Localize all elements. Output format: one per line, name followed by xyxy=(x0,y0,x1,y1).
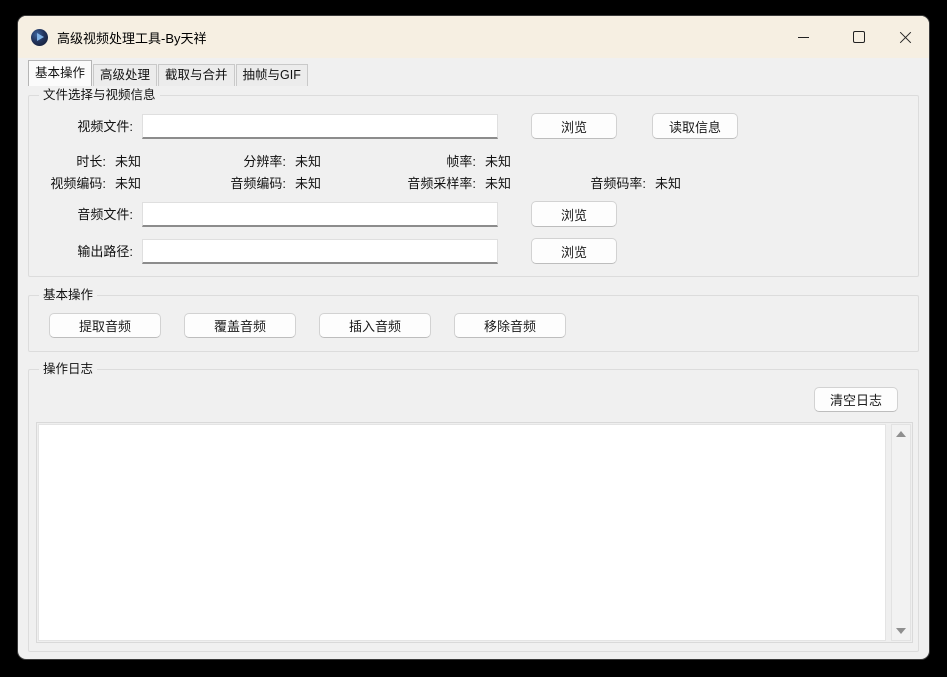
info-audio-bitrate-value: 未知 xyxy=(655,176,681,191)
maximize-button[interactable] xyxy=(836,20,882,54)
info-framerate: 帧率: 未知 xyxy=(359,154,511,169)
info-duration-value: 未知 xyxy=(115,154,141,169)
window-title: 高级视频处理工具-By天祥 xyxy=(57,28,207,47)
info-duration: 时长: 未知 xyxy=(29,154,141,169)
info-framerate-label: 帧率: xyxy=(446,154,476,169)
group-operation-log: 操作日志 清空日志 xyxy=(28,369,919,652)
audio-browse-button[interactable]: 浏览 xyxy=(531,201,617,227)
info-resolution: 分辨率: 未知 xyxy=(159,154,321,169)
log-container xyxy=(36,422,913,643)
info-sample-rate: 音频采样率: 未知 xyxy=(329,176,511,191)
play-icon xyxy=(37,33,44,41)
audio-file-input[interactable] xyxy=(142,202,498,227)
info-duration-label: 时长: xyxy=(76,154,106,169)
tab-basic-operations[interactable]: 基本操作 xyxy=(28,60,92,86)
output-browse-button[interactable]: 浏览 xyxy=(531,238,617,264)
maximize-icon xyxy=(853,31,865,43)
group-operation-log-title: 操作日志 xyxy=(39,362,97,377)
tab-frames-and-gif[interactable]: 抽帧与GIF xyxy=(236,64,308,86)
output-path-input[interactable] xyxy=(142,239,498,264)
info-audio-bitrate: 音频码率: 未知 xyxy=(529,176,681,191)
info-framerate-value: 未知 xyxy=(485,154,511,169)
info-video-codec-value: 未知 xyxy=(115,176,141,191)
app-window: 高级视频处理工具-By天祥 基本操作 高级处理 截取与合并 抽帧与GIF 文件选… xyxy=(18,16,929,659)
info-sample-rate-label: 音频采样率: xyxy=(407,176,476,191)
log-scrollbar[interactable] xyxy=(891,424,911,641)
info-audio-codec-value: 未知 xyxy=(295,176,321,191)
video-file-label: 视频文件: xyxy=(49,119,133,135)
scroll-up-icon[interactable] xyxy=(896,431,906,437)
info-audio-codec-label: 音频编码: xyxy=(230,176,286,191)
info-audio-codec: 音频编码: 未知 xyxy=(159,176,321,191)
minimize-icon xyxy=(798,37,809,38)
clear-log-button[interactable]: 清空日志 xyxy=(814,387,898,412)
group-file-selection-title: 文件选择与视频信息 xyxy=(39,88,160,103)
info-audio-bitrate-label: 音频码率: xyxy=(590,176,646,191)
output-path-label: 输出路径: xyxy=(49,244,133,260)
app-icon xyxy=(31,29,48,46)
info-resolution-label: 分辨率: xyxy=(243,154,286,169)
tab-advanced-processing[interactable]: 高级处理 xyxy=(93,64,157,86)
read-info-button[interactable]: 读取信息 xyxy=(652,113,738,139)
extract-audio-button[interactable]: 提取音频 xyxy=(49,313,161,338)
video-browse-button[interactable]: 浏览 xyxy=(531,113,617,139)
remove-audio-button[interactable]: 移除音频 xyxy=(454,313,566,338)
info-sample-rate-value: 未知 xyxy=(485,176,511,191)
video-file-input[interactable] xyxy=(142,114,498,139)
group-basic-operations: 基本操作 提取音频 覆盖音频 插入音频 移除音频 xyxy=(28,295,919,352)
minimize-button[interactable] xyxy=(780,20,826,54)
info-resolution-value: 未知 xyxy=(295,154,321,169)
audio-file-label: 音频文件: xyxy=(49,207,133,223)
info-video-codec: 视频编码: 未知 xyxy=(29,176,141,191)
tab-bar: 基本操作 高级处理 截取与合并 抽帧与GIF xyxy=(28,61,309,86)
group-basic-operations-title: 基本操作 xyxy=(39,288,97,303)
close-button[interactable] xyxy=(882,20,928,54)
info-video-codec-label: 视频编码: xyxy=(50,176,106,191)
tab-clip-and-merge[interactable]: 截取与合并 xyxy=(158,64,235,86)
overwrite-audio-button[interactable]: 覆盖音频 xyxy=(184,313,296,338)
group-file-selection: 文件选择与视频信息 视频文件: 浏览 读取信息 时长: 未知 分辨率: 未知 帧… xyxy=(28,95,919,277)
log-textarea[interactable] xyxy=(38,424,886,641)
scroll-down-icon[interactable] xyxy=(896,628,906,634)
close-icon xyxy=(899,31,912,44)
insert-audio-button[interactable]: 插入音频 xyxy=(319,313,431,338)
window-titlebar[interactable]: 高级视频处理工具-By天祥 xyxy=(18,16,929,58)
